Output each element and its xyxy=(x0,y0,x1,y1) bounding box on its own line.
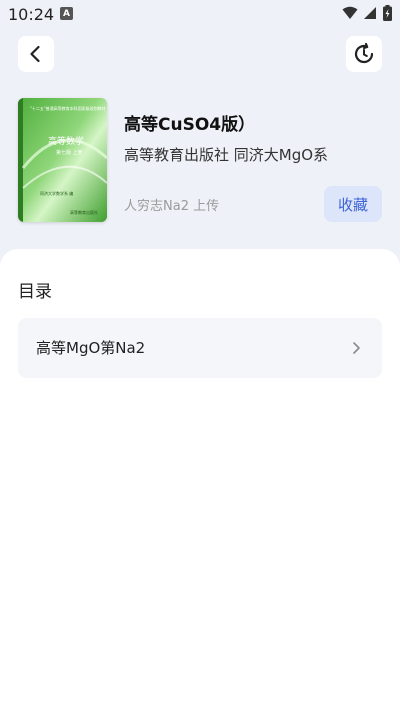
cover-author-text: 同济大学数学系 编 xyxy=(40,190,73,196)
battery-charging-icon xyxy=(383,5,392,21)
book-uploader: 人穷志Na2 上传 xyxy=(124,199,220,214)
cover-edition-text: 第七版 上册 xyxy=(56,149,83,156)
book-cover-art: "十二五"普通高等教育本科国家级规划教材 高等数学 第七版 上册 同济大学数学系… xyxy=(18,98,107,222)
refresh-button[interactable] xyxy=(346,36,382,72)
cover-publisher-text: 高等教育出版社 xyxy=(70,209,98,215)
status-bar: 10:24 A xyxy=(0,0,400,28)
toc-item[interactable]: 高等MgO第Na2 xyxy=(18,318,382,378)
book-title: 高等CuSO4版） xyxy=(124,115,256,135)
toc-item-label: 高等MgO第Na2 xyxy=(36,339,146,357)
content-sheet: 目录 高等MgO第Na2 xyxy=(0,249,400,712)
collect-button[interactable]: 收藏 xyxy=(324,186,382,222)
wifi-icon xyxy=(342,6,358,19)
book-publisher: 高等教育出版社 同济大MgO系 xyxy=(124,146,329,164)
book-cover[interactable]: "十二五"普通高等教育本科国家级规划教材 高等数学 第七版 上册 同济大学数学系… xyxy=(18,98,107,222)
chevron-left-icon xyxy=(30,45,40,63)
cover-title-text: 高等数学 xyxy=(48,135,84,147)
status-time: 10:24 xyxy=(8,5,55,24)
toc-heading: 目录 xyxy=(18,282,52,302)
back-button[interactable] xyxy=(18,36,54,72)
status-icons xyxy=(342,5,392,21)
signal-icon xyxy=(364,7,376,19)
chevron-right-icon xyxy=(353,342,360,354)
cover-series-text: "十二五"普通高等教育本科国家级规划教材 xyxy=(30,105,106,111)
notification-icon: A xyxy=(60,7,73,20)
refresh-icon xyxy=(354,42,374,64)
